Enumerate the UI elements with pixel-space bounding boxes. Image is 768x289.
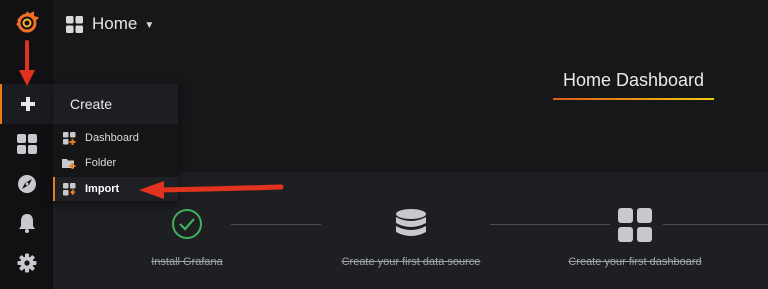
folder-add-icon [62,156,76,170]
dashboard-grid-icon [618,208,652,247]
gear-icon [17,253,36,273]
sidebar-item-explore[interactable] [0,164,53,204]
title-underline [553,98,714,100]
create-menu-title: Create [70,96,113,112]
dashboard-title: Home Dashboard [562,70,705,90]
top-nav: Home ▼ [53,0,768,48]
grafana-logo[interactable] [0,2,53,42]
sidebar [0,0,53,289]
dashboard-picker-title[interactable]: Home [92,14,137,34]
dashboard-title-block: Home Dashboard [553,70,714,100]
caret-down-icon[interactable]: ▼ [144,20,154,31]
sidebar-item-configuration[interactable] [0,243,53,283]
menu-item-label: Import [85,183,120,195]
database-icon [394,208,428,247]
step-create-dashboard[interactable]: Create your first dashboard [545,172,725,289]
step-label: Create your first data source [341,256,481,268]
check-circle-icon [171,208,203,245]
menu-item-label: Folder [85,157,117,169]
bell-icon [18,214,35,233]
menu-item-label: Dashboard [85,132,139,144]
import-icon [62,182,76,196]
dashboard-grid-icon [66,15,83,33]
plus-icon [20,97,35,111]
sidebar-item-dashboards[interactable] [0,124,53,164]
step-create-data-source[interactable]: Create your first data source [321,172,501,289]
create-menu-header[interactable]: Create [53,84,178,124]
compass-icon [17,175,36,193]
step-label: Install Grafana [151,256,223,268]
dashboard-grid-icon [16,134,37,154]
menu-item-folder[interactable]: Folder [53,151,178,175]
menu-item-import[interactable]: Import [53,177,178,201]
menu-item-dashboard[interactable]: Dashboard [53,126,178,150]
grafana-logo-icon [15,11,39,33]
dashboard-add-icon [62,131,76,145]
create-menu: Create Dashboard Folder Import [53,84,178,204]
sidebar-item-alerting[interactable] [0,203,53,243]
step-label: Create your first dashboard [568,256,702,268]
sidebar-item-create[interactable] [0,84,53,124]
